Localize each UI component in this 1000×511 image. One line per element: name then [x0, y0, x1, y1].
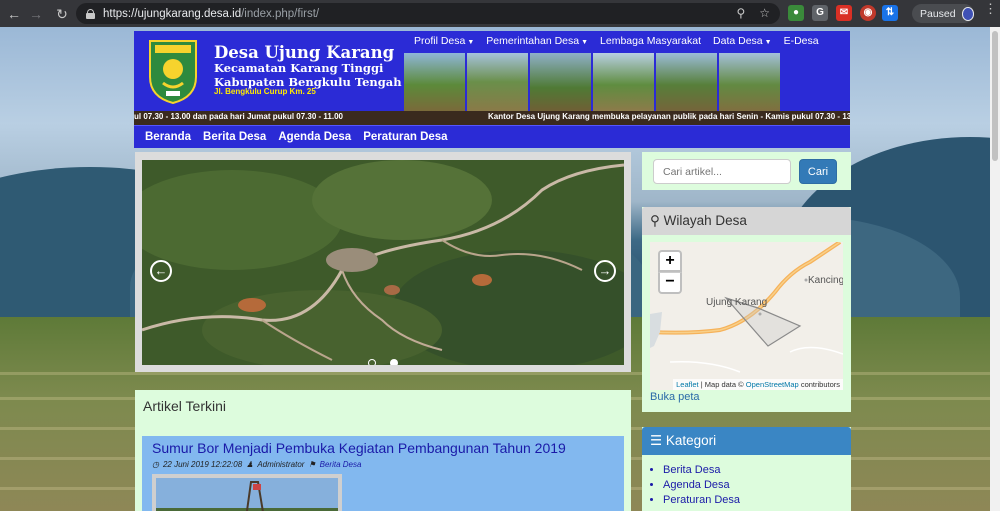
slider-next-button[interactable]: →	[594, 260, 616, 282]
menu-pemerintahan-desa[interactable]: Pemerintahan Desa ▼	[486, 35, 588, 47]
header-photo	[593, 53, 654, 111]
extension-icon[interactable]: ●	[788, 5, 804, 21]
nav-peraturan-desa[interactable]: Peraturan Desa	[363, 131, 447, 143]
main-nav: Beranda Berita Desa Agenda Desa Peratura…	[134, 125, 850, 148]
menu-data-desa[interactable]: Data Desa ▼	[713, 35, 772, 47]
village-map-panel: ⚲ Wilayah Desa Ujung Karang Kancing + − …	[642, 207, 851, 412]
image-slider: ← →	[135, 152, 631, 372]
map-zoom-out-button[interactable]: −	[658, 272, 682, 294]
attribution-text: | Map data ©	[700, 380, 744, 389]
back-icon[interactable]: ←	[6, 6, 22, 22]
panel-title: Kategori	[665, 433, 717, 448]
header-photo	[719, 53, 780, 111]
article-thumbnail[interactable]	[152, 474, 342, 511]
header-photo	[530, 53, 591, 111]
open-map-link[interactable]: Buka peta	[650, 391, 700, 403]
article-category[interactable]: Berita Desa	[320, 460, 362, 469]
site-subdistrict: Kecamatan Karang Tinggi	[214, 61, 384, 75]
regency-emblem-logo	[149, 40, 197, 105]
map-label-kancing: Kancing	[808, 275, 843, 286]
nav-beranda[interactable]: Beranda	[145, 131, 191, 143]
tag-icon: ⚑	[308, 460, 316, 469]
ticker-text: ul 07.30 - 13.00 dan pada hari Jumat puk…	[134, 112, 343, 121]
header-photo	[467, 53, 528, 111]
header-photo	[404, 53, 465, 111]
reload-icon[interactable]: ↻	[54, 6, 70, 22]
article-title[interactable]: Sumur Bor Menjadi Pembuka Kegiatan Pemba…	[152, 440, 566, 456]
site-address: Jl. Bengkulu Curup Km. 25	[214, 87, 316, 96]
page-scrollbar[interactable]	[990, 27, 1000, 511]
latest-articles: Artikel Terkini Sumur Bor Menjadi Pembuk…	[135, 390, 631, 511]
search-button[interactable]: Cari	[799, 159, 837, 184]
extension-sync-icon[interactable]: ⇅	[882, 5, 898, 21]
category-item[interactable]: Agenda Desa	[663, 478, 740, 493]
star-icon[interactable]: ☆	[759, 6, 770, 20]
slider-dot-active[interactable]	[390, 359, 398, 365]
caret-down-icon: ▼	[581, 39, 589, 46]
top-menu: Profil Desa ▼ Pemerintahan Desa ▼ Lembaga …	[404, 31, 850, 51]
extension-mail-icon[interactable]: ✉	[836, 5, 852, 21]
extension-g-icon[interactable]: G	[812, 5, 828, 21]
address-bar[interactable]: https://ujungkarang.desa.id/index.php/fi…	[76, 3, 780, 24]
map-label-village: Ujung Karang	[706, 297, 768, 308]
avatar	[961, 6, 974, 21]
menu-e-desa[interactable]: E-Desa	[784, 35, 819, 47]
extension-red-icon[interactable]: ◉	[860, 5, 876, 21]
ticker-text: Kantor Desa Ujung Karang membuka pelayan…	[488, 112, 850, 121]
panel-title: Wilayah Desa	[663, 213, 747, 228]
url-text: https://ujungkarang.desa.id/index.php/fi…	[103, 7, 320, 20]
user-icon: ♟	[246, 460, 254, 469]
caret-down-icon: ▼	[764, 39, 772, 46]
browser-toolbar: ← → ↻ https://ujungkarang.desa.id/index.…	[0, 0, 1000, 27]
category-panel: ☰ Kategori Berita Desa Agenda Desa Perat…	[642, 427, 851, 511]
header-photo	[656, 53, 717, 111]
search-panel: Cari	[642, 152, 851, 190]
osm-link[interactable]: OpenStreetMap	[746, 380, 799, 389]
clock-icon: ◷	[152, 460, 159, 469]
panel-header: ☰ Kategori	[642, 427, 851, 455]
map-marker-icon: ⚲	[650, 213, 660, 228]
caret-down-icon: ▼	[467, 39, 475, 46]
menu-lembaga-masyarakat[interactable]: Lembaga Masyarakat	[600, 35, 701, 47]
slider-prev-button[interactable]: ←	[150, 260, 172, 282]
list-icon: ☰	[650, 433, 663, 448]
panel-header: ⚲ Wilayah Desa	[642, 207, 851, 235]
site-title: Desa Ujung Karang	[214, 43, 395, 62]
aerial-village-photo: ← →	[142, 160, 624, 365]
search-input[interactable]	[653, 159, 791, 184]
category-list: Berita Desa Agenda Desa Peraturan Desa	[663, 463, 740, 508]
article-date: 22 Juni 2019 12:22:08	[162, 460, 243, 469]
nav-berita-desa[interactable]: Berita Desa	[203, 131, 266, 143]
leaflet-map[interactable]: Ujung Karang Kancing + − Leaflet | Map d…	[650, 242, 843, 390]
map-attribution: Leaflet | Map data © OpenStreetMap contr…	[673, 379, 843, 390]
more-menu-icon[interactable]: ⋮	[984, 2, 997, 15]
category-item[interactable]: Peraturan Desa	[663, 493, 740, 508]
map-zoom-in-button[interactable]: +	[658, 250, 682, 272]
article-meta: ◷ 22 Juni 2019 12:22:08 ♟ Administrator …	[152, 460, 361, 469]
menu-profil-desa[interactable]: Profil Desa ▼	[414, 35, 474, 47]
announcement-ticker: ul 07.30 - 13.00 dan pada hari Jumat puk…	[134, 111, 850, 125]
attribution-suffix: contributors	[800, 380, 840, 389]
header-photo-strip	[404, 53, 780, 111]
slider-dot[interactable]	[368, 359, 376, 365]
leaflet-link[interactable]: Leaflet	[676, 380, 699, 389]
lock-icon	[86, 8, 95, 19]
category-item[interactable]: Berita Desa	[663, 463, 740, 478]
forward-icon[interactable]: →	[28, 6, 44, 22]
section-heading: Artikel Terkini	[143, 398, 226, 414]
article-author: Administrator	[257, 460, 305, 469]
article-card: Sumur Bor Menjadi Pembuka Kegiatan Pemba…	[142, 436, 624, 511]
profile-status: Paused	[920, 7, 956, 20]
profile-button[interactable]: Paused	[912, 4, 974, 23]
key-icon[interactable]: ⚲	[736, 6, 745, 20]
nav-agenda-desa[interactable]: Agenda Desa	[278, 131, 351, 143]
